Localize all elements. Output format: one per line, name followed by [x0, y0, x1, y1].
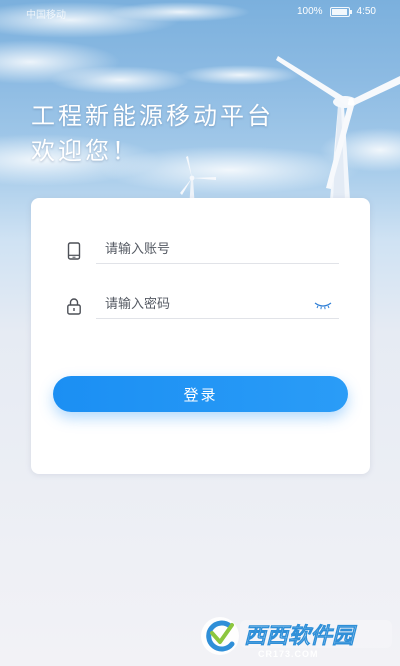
phone-icon: [67, 242, 81, 260]
svg-text:CR173.COM: CR173.COM: [258, 649, 319, 659]
lock-icon: [67, 298, 81, 315]
battery-icon: [329, 6, 352, 17]
app-title: 工程新能源移动平台: [31, 102, 274, 130]
battery-percent: 100%: [296, 6, 323, 17]
login-screen: 中国移动 100% 4:50 工程新能源移动平台 欢迎您！ 请输入账号 登录 西…: [0, 0, 400, 666]
status-indicators: 100% 4:50: [297, 6, 376, 17]
eye-closed-icon[interactable]: [314, 301, 332, 311]
cr173-watermark-logo: 西西软件园 CR173.COM: [201, 617, 392, 659]
svg-text:西西软件园: 西西软件园: [244, 624, 358, 649]
account-input[interactable]: [96, 236, 339, 264]
clock-time: 4:50: [356, 6, 376, 17]
welcome-text: 欢迎您！: [31, 137, 139, 165]
password-row: [31, 285, 370, 325]
password-input[interactable]: [96, 291, 339, 319]
carrier-label: 中国移动: [26, 10, 66, 21]
login-card: 登录: [31, 198, 370, 474]
status-bar: 中国移动 100% 4:50: [0, 0, 400, 26]
login-button[interactable]: 登录: [53, 376, 348, 412]
account-row: [31, 230, 370, 270]
